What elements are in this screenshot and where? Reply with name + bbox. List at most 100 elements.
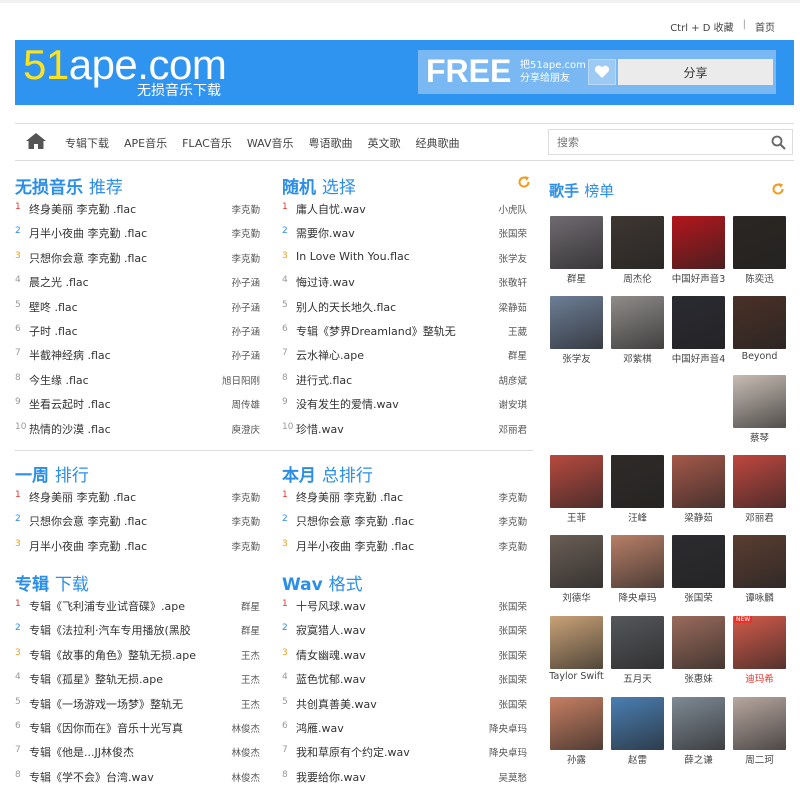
song-title-link[interactable]: 壁咚 .flac	[29, 299, 219, 315]
list-item[interactable]: 8 今生缘 .flac 旭日阳刚	[15, 368, 260, 392]
list-item[interactable]: 3 月半小夜曲 李克勤 .flac 李克勤	[282, 534, 527, 558]
singer-card[interactable]: 陈奕迅	[732, 216, 787, 285]
artist-link[interactable]: 旭日阳刚	[222, 373, 260, 387]
singer-card[interactable]: 中国好声音3	[671, 216, 726, 285]
song-title-link[interactable]: 专辑《一场游戏一场梦》整轨无	[29, 696, 219, 712]
list-item[interactable]: 6 鸿雁.wav 降央卓玛	[282, 716, 527, 740]
artist-link[interactable]: 周传雄	[231, 397, 260, 411]
list-item[interactable]: 9 坐看云起时 .flac 周传雄	[15, 392, 260, 416]
refresh-icon[interactable]	[517, 175, 531, 189]
song-title-link[interactable]: 悔过诗.wav	[296, 274, 486, 290]
artist-link[interactable]: 孙子涵	[231, 275, 260, 289]
list-item[interactable]: 2 只想你会意 李克勤 .flac 李克勤	[15, 509, 260, 533]
search-input[interactable]	[549, 130, 749, 154]
artist-link[interactable]: 李克勤	[231, 251, 260, 265]
song-title-link[interactable]: 蓝色忧郁.wav	[296, 671, 486, 687]
song-title-link[interactable]: 十号风球.wav	[296, 598, 486, 614]
heart-button[interactable]	[588, 59, 616, 85]
singer-card[interactable]: Beyond	[732, 296, 787, 362]
singer-card[interactable]: 降央卓玛	[610, 535, 665, 604]
list-item[interactable]: 5 共创真善美.wav 张国荣	[282, 692, 527, 716]
song-title-link[interactable]: 只想你会意 李克勤 .flac	[29, 513, 219, 529]
list-item[interactable]: 2 寂寞猎人.wav 张国荣	[282, 618, 527, 642]
singer-card[interactable]: 王菲	[549, 455, 604, 524]
song-title-link[interactable]: 我和草原有个约定.wav	[296, 744, 486, 760]
list-item[interactable]: 1 终身美丽 李克勤 .flac 李克勤	[282, 485, 527, 509]
song-title-link[interactable]: 进行式.flac	[296, 372, 486, 388]
artist-link[interactable]: 群星	[241, 623, 260, 637]
artist-link[interactable]: 李克勤	[498, 539, 527, 553]
song-title-link[interactable]: 坐看云起时 .flac	[29, 396, 219, 412]
list-item[interactable]: 1 终身美丽 李克勤 .flac 李克勤	[15, 197, 260, 221]
list-item[interactable]: 3 In Love With You.flac 张学友	[282, 246, 527, 270]
song-title-link[interactable]: 晨之光 .flac	[29, 274, 219, 290]
list-item[interactable]: 5 专辑《一场游戏一场梦》整轨无 王杰	[15, 692, 260, 716]
list-item[interactable]: 5 别人的天长地久.flac 梁静茹	[282, 295, 527, 319]
song-title-link[interactable]: 共创真善美.wav	[296, 696, 486, 712]
artist-link[interactable]: 邓丽君	[498, 422, 527, 436]
song-title-link[interactable]: 专辑《飞利浦专业试音碟》.ape	[29, 598, 219, 614]
singer-card[interactable]: 张学友	[549, 296, 604, 365]
list-item[interactable]: 6 专辑《因你而在》音乐十光写真 林俊杰	[15, 716, 260, 740]
home-button[interactable]	[25, 132, 47, 153]
singer-card[interactable]: 周杰伦	[610, 216, 665, 285]
list-item[interactable]: 8 专辑《学不会》台湾.wav 林俊杰	[15, 765, 260, 789]
bookmark-link[interactable]: Ctrl + D 收藏	[670, 19, 733, 34]
nav-item-cantonese[interactable]: 粤语歌曲	[308, 135, 352, 151]
artist-link[interactable]: 王杰	[241, 672, 260, 686]
singer-card[interactable]: 邓丽君	[732, 455, 787, 524]
list-item[interactable]: 7 半截神经病 .flac 孙子涵	[15, 343, 260, 367]
artist-link[interactable]: 李克勤	[498, 514, 527, 528]
song-title-link[interactable]: 子时 .flac	[29, 323, 219, 339]
artist-link[interactable]: 张国荣	[498, 672, 527, 686]
singer-card[interactable]: 孙露	[549, 697, 604, 766]
list-item[interactable]: 10 热情的沙漠 .flac 庾澄庆	[15, 417, 260, 441]
nav-item-wav[interactable]: WAV音乐	[247, 135, 294, 151]
song-title-link[interactable]: 月半小夜曲 李克勤 .flac	[296, 538, 486, 554]
singer-card[interactable]: 赵雷	[610, 697, 665, 766]
list-item[interactable]: 1 庸人自忧.wav 小虎队	[282, 197, 527, 221]
song-title-link[interactable]: 别人的天长地久.flac	[296, 299, 486, 315]
list-item[interactable]: 1 终身美丽 李克勤 .flac 李克勤	[15, 485, 260, 509]
artist-link[interactable]: 张国荣	[498, 648, 527, 662]
song-title-link[interactable]: 终身美丽 李克勤 .flac	[29, 489, 219, 505]
song-title-link[interactable]: 今生缘 .flac	[29, 372, 219, 388]
artist-link[interactable]: 孙子涵	[231, 300, 260, 314]
list-item[interactable]: 8 进行式.flac 胡彦斌	[282, 368, 527, 392]
song-title-link[interactable]: 专辑《故事的角色》整轨无损.ape	[29, 647, 219, 663]
artist-link[interactable]: 孙子涵	[231, 324, 260, 338]
singer-card[interactable]: 蔡琴	[732, 375, 787, 444]
artist-link[interactable]: 林俊杰	[231, 745, 260, 759]
list-item[interactable]: 2 专辑《法拉利·汽车专用播放(黑胶 群星	[15, 618, 260, 642]
nav-item-flac[interactable]: FLAC音乐	[182, 135, 232, 151]
artist-link[interactable]: 谢安琪	[498, 397, 527, 411]
artist-link[interactable]: 林俊杰	[231, 770, 260, 784]
artist-link[interactable]: 梁静茹	[498, 300, 527, 314]
artist-link[interactable]: 张国荣	[498, 599, 527, 613]
list-item[interactable]: 1 专辑《飞利浦专业试音碟》.ape 群星	[15, 594, 260, 618]
artist-link[interactable]: 王杰	[241, 697, 260, 711]
song-title-link[interactable]: 月半小夜曲 李克勤 .flac	[29, 225, 219, 241]
artist-link[interactable]: 张国荣	[498, 226, 527, 240]
list-item[interactable]: 2 需要你.wav 张国荣	[282, 221, 527, 245]
song-title-link[interactable]: In Love With You.flac	[296, 250, 486, 263]
singer-card[interactable]: 薛之谦	[671, 697, 726, 766]
list-item[interactable]: 6 专辑《梦界Dreamland》整轨无 王葳	[282, 319, 527, 343]
list-item[interactable]: 1 十号风球.wav 张国荣	[282, 594, 527, 618]
artist-link[interactable]: 小虎队	[498, 202, 527, 216]
song-title-link[interactable]: 专辑《他是...JJ林俊杰	[29, 744, 219, 760]
artist-link[interactable]: 群星	[508, 348, 527, 362]
list-item[interactable]: 3 月半小夜曲 李克勤 .flac 李克勤	[15, 534, 260, 558]
artist-link[interactable]: 张敬轩	[498, 275, 527, 289]
list-item[interactable]: 2 只想你会意 李克勤 .flac 李克勤	[282, 509, 527, 533]
artist-link[interactable]: 王杰	[241, 648, 260, 662]
song-title-link[interactable]: 珍惜.wav	[296, 421, 486, 437]
song-title-link[interactable]: 终身美丽 李克勤 .flac	[29, 201, 219, 217]
song-title-link[interactable]: 倩女幽魂.wav	[296, 647, 486, 663]
singer-card[interactable]: Taylor Swift	[549, 616, 604, 682]
song-title-link[interactable]: 专辑《孤星》整轨无损.ape	[29, 671, 219, 687]
refresh-icon[interactable]	[771, 182, 785, 196]
list-item[interactable]: 3 专辑《故事的角色》整轨无损.ape 王杰	[15, 643, 260, 667]
artist-link[interactable]: 降央卓玛	[489, 721, 527, 735]
list-item[interactable]: 7 专辑《他是...JJ林俊杰 林俊杰	[15, 740, 260, 764]
